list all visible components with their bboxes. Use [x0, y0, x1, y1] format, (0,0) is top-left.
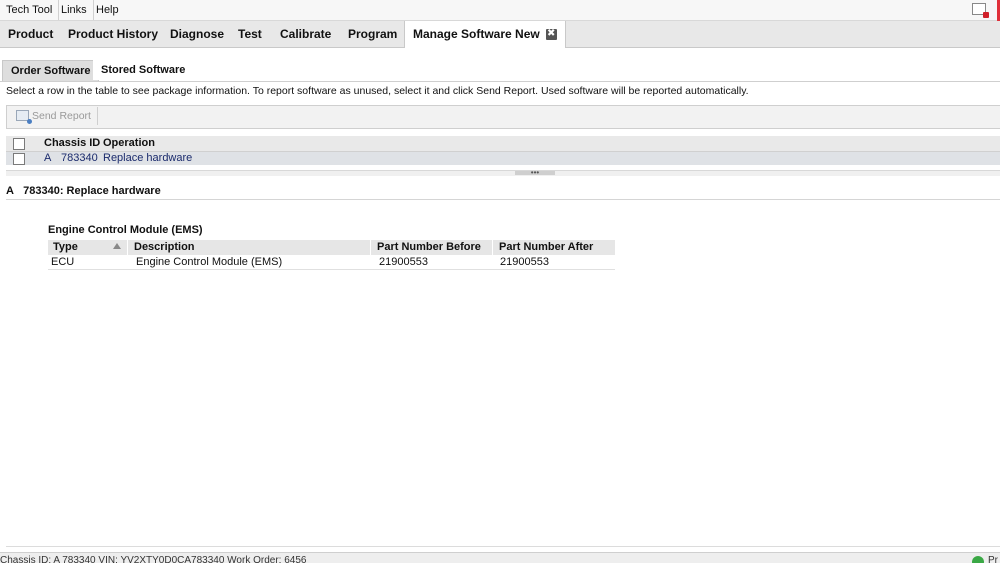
module-title: Engine Control Module (EMS) [48, 224, 203, 236]
column-header-part-after[interactable]: Part Number After [494, 240, 615, 255]
row-operation: Replace hardware [103, 152, 193, 164]
splitter-grip-icon[interactable]: ••• [515, 169, 555, 177]
menu-item-links[interactable]: Links [55, 0, 94, 20]
tab-test[interactable]: Test [230, 21, 270, 47]
cell-type: ECU [51, 256, 75, 268]
cell-part-before: 21900553 [379, 256, 428, 268]
tab-divider [0, 81, 1000, 82]
detail-series: A [6, 185, 14, 197]
row-chassis-series: A [44, 152, 52, 164]
menu-bar: Tech Tool Links Help [0, 0, 1000, 21]
tab-program[interactable]: Program [340, 21, 405, 47]
tab-manage-software-new[interactable]: Manage Software New ✖ [404, 21, 566, 48]
instructions-text: Select a row in the table to see package… [6, 85, 749, 97]
send-report-label: Send Report [32, 110, 91, 122]
table-row[interactable]: A 783340 Replace hardware [6, 152, 1000, 165]
tab-product-history[interactable]: Product History [60, 21, 166, 47]
column-header-type[interactable]: Type [48, 240, 128, 255]
toolbar: Send Report [6, 105, 1000, 129]
row-chassis-id: 783340 [61, 152, 98, 164]
tab-stored-software[interactable]: Stored Software [93, 60, 194, 80]
detail-title-text: 783340: Replace hardware [23, 185, 161, 197]
tab-diagnose[interactable]: Diagnose [162, 21, 232, 47]
tab-product[interactable]: Product [0, 21, 61, 47]
cell-description: Engine Control Module (EMS) [136, 256, 283, 268]
menu-item-help[interactable]: Help [90, 0, 125, 20]
column-header-description[interactable]: Description [129, 240, 371, 255]
menu-item-tech-tool[interactable]: Tech Tool [0, 0, 60, 20]
row-checkbox[interactable] [13, 153, 25, 165]
close-tab-icon[interactable]: ✖ [545, 29, 557, 41]
status-bar: Chassis ID: A 783340 VIN: YV2XTY0D0CA783… [0, 552, 1000, 563]
sort-ascending-icon[interactable] [113, 243, 121, 249]
module-table-row[interactable]: ECU Engine Control Module (EMS) 21900553… [48, 256, 615, 270]
column-header-operation[interactable]: Operation [103, 137, 155, 149]
content-bottom-border [6, 546, 1000, 547]
main-nav: Product Product History Diagnose Test Ca… [0, 21, 1000, 48]
notification-icon[interactable] [972, 3, 989, 18]
table-header: Chassis ID Operation [6, 136, 1000, 152]
select-all-checkbox[interactable] [13, 138, 25, 150]
column-header-type-label: Type [53, 241, 78, 253]
send-report-icon [16, 110, 32, 124]
column-header-chassis-id[interactable]: Chassis ID [44, 137, 100, 149]
detail-title: A 783340: Replace hardware [6, 185, 161, 197]
cell-part-after: 21900553 [500, 256, 549, 268]
pane-splitter[interactable] [6, 170, 1000, 176]
send-report-button[interactable]: Send Report [10, 107, 98, 125]
tab-order-software[interactable]: Order Software [2, 60, 100, 82]
column-header-part-before[interactable]: Part Number Before [372, 240, 493, 255]
detail-divider [6, 199, 1000, 200]
tab-manage-software-new-label: Manage Software New [413, 27, 540, 41]
module-table-header: Type Description Part Number Before Part… [48, 240, 615, 255]
tab-calibrate[interactable]: Calibrate [272, 21, 339, 47]
